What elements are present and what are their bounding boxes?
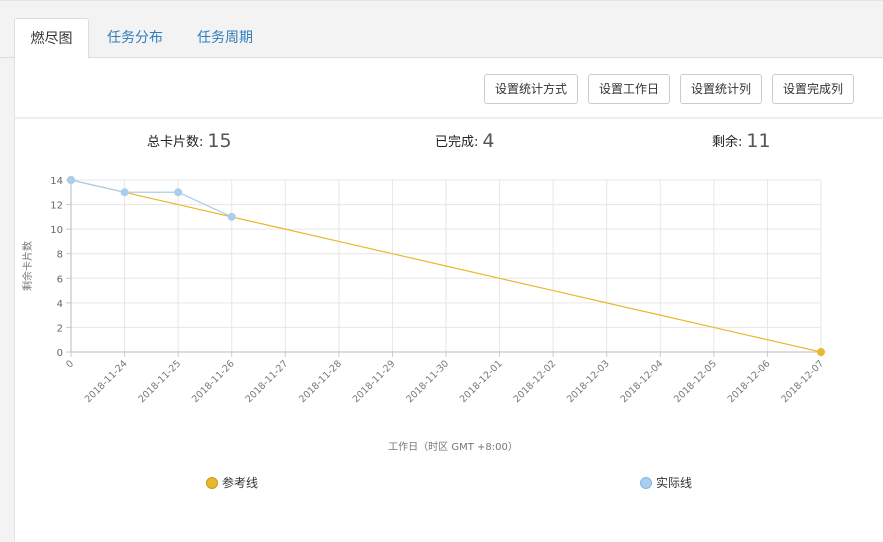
legend-actual-marker [640, 477, 652, 489]
x-tick-label: 2018-12-07 [779, 358, 826, 405]
tab-task-cycle[interactable]: 任务周期 [186, 18, 264, 60]
x-tick-label: 2018-12-05 [672, 358, 719, 405]
x-tick-label: 0 [64, 358, 76, 370]
actual-data-point [174, 188, 183, 197]
legend-actual[interactable]: 实际线 [640, 474, 692, 492]
y-tick-label: 12 [50, 201, 63, 212]
actual-data-point [227, 212, 236, 221]
x-tick-label: 2018-11-26 [190, 358, 237, 405]
y-tick-label: 2 [57, 323, 63, 334]
chart-panel: 设置统计方式 设置工作日 设置统计列 设置完成列 总卡片数: 15 已完成: 4 剩… [14, 58, 883, 542]
y-tick-label: 4 [57, 299, 63, 310]
y-axis-title: 剩余卡片数 [21, 241, 34, 291]
x-tick-label: 2018-12-03 [565, 358, 612, 405]
y-tick-label: 0 [57, 348, 63, 359]
actual-data-point [120, 188, 129, 197]
tab-bar: 燃尽图 任务分布 任务周期 [0, 0, 883, 60]
y-tick-label: 14 [50, 176, 63, 187]
tab-task-distribution[interactable]: 任务分布 [96, 18, 174, 60]
x-tick-label: 2018-12-06 [726, 358, 773, 405]
legend-reference-marker [206, 477, 218, 489]
y-tick-label: 8 [57, 250, 63, 261]
legend-actual-label: 实际线 [656, 476, 693, 490]
x-tick-label: 2018-11-27 [244, 358, 291, 405]
x-tick-label: 2018-11-28 [297, 358, 344, 405]
x-tick-label: 2018-12-04 [619, 358, 666, 405]
x-tick-label: 2018-12-02 [511, 358, 558, 405]
legend-reference-label: 参考线 [222, 476, 259, 490]
x-tick-label: 2018-11-25 [136, 358, 183, 405]
reference-data-point [817, 348, 825, 356]
x-tick-label: 2018-12-01 [458, 358, 505, 405]
actual-data-point [67, 176, 75, 184]
y-tick-label: 6 [57, 274, 63, 285]
x-axis-title: 工作日（时区 GMT +8:00） [388, 441, 518, 453]
burndown-chart: 024681012140 2018-11-24 2018-11-25 2018-11-… [21, 176, 826, 453]
x-tick-label: 2018-11-30 [404, 358, 451, 405]
x-tick-label: 2018-11-29 [351, 358, 398, 405]
y-tick-label: 10 [50, 225, 63, 236]
legend-reference[interactable]: 参考线 [206, 474, 258, 492]
tab-burndown[interactable]: 燃尽图 [14, 18, 89, 60]
x-tick-label: 2018-11-24 [83, 358, 130, 405]
